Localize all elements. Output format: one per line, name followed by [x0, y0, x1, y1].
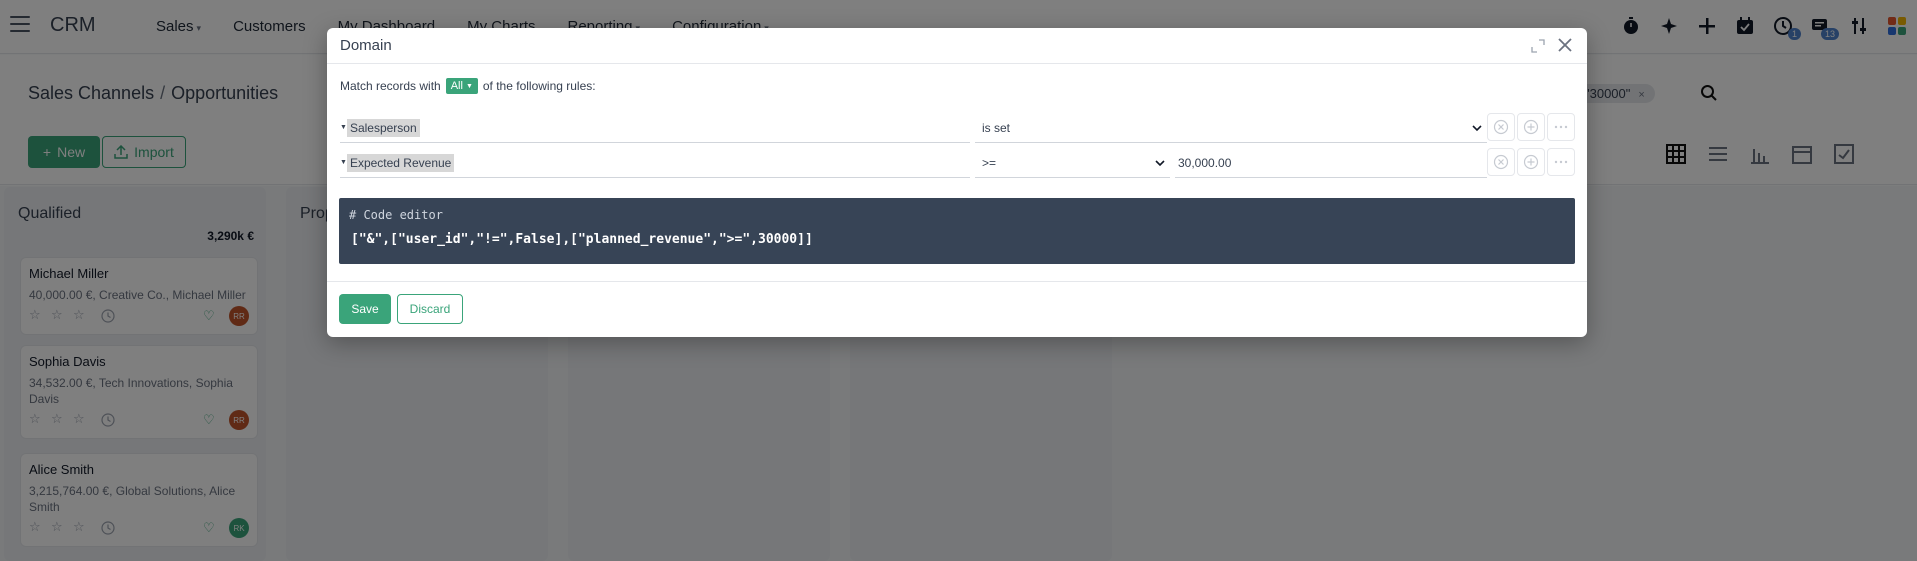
caret-down-icon: ▼	[340, 159, 347, 166]
domain-dialog: Domain Match records with All ▼ of the fo…	[327, 28, 1587, 337]
match-connector-value: All	[450, 80, 463, 92]
field-path-selector[interactable]: ▼ Expected Revenue	[340, 148, 970, 178]
operator-select[interactable]: >=	[975, 148, 1170, 178]
add-circle-icon	[1523, 119, 1539, 135]
caret-down-icon: ▼	[465, 82, 473, 90]
operator-select[interactable]: is set	[975, 113, 1487, 143]
rule-options-button[interactable]	[1547, 113, 1575, 141]
caret-down-icon: ▼	[340, 124, 347, 131]
ellipsis-icon	[1554, 160, 1568, 164]
match-condition: Match records with All ▼ of the following…	[340, 78, 596, 94]
ellipsis-icon	[1554, 125, 1568, 129]
delete-rule-button[interactable]	[1487, 148, 1515, 176]
operator-value: >=	[982, 155, 997, 170]
field-path-value: Expected Revenue	[346, 153, 455, 172]
field-path-value: Salesperson	[346, 118, 420, 137]
add-rule-button[interactable]	[1517, 113, 1545, 141]
dialog-title: Domain	[340, 37, 392, 54]
rule-value-input[interactable]: 30,000.00	[1175, 148, 1487, 178]
dialog-footer: Save Discard	[327, 281, 1587, 337]
expand-icon[interactable]	[1531, 39, 1545, 53]
add-rule-button[interactable]	[1517, 148, 1545, 176]
match-prefix: Match records with	[340, 79, 441, 93]
operator-value: is set	[982, 120, 1011, 135]
remove-circle-icon	[1493, 119, 1509, 135]
rule-options-button[interactable]	[1547, 148, 1575, 176]
field-path-selector[interactable]: ▼ Salesperson	[340, 113, 970, 143]
close-icon[interactable]	[1555, 35, 1575, 55]
code-editor[interactable]: # Code editor ["&",["user_id","!=",False…	[339, 198, 1575, 264]
delete-rule-button[interactable]	[1487, 113, 1515, 141]
code-editor-comment: # Code editor	[349, 208, 443, 222]
chevron-down-icon	[1155, 159, 1165, 166]
dialog-header: Domain	[327, 28, 1587, 64]
chevron-down-icon	[1472, 124, 1482, 131]
match-suffix: of the following rules:	[482, 79, 596, 93]
remove-circle-icon	[1493, 154, 1509, 170]
domain-code[interactable]: ["&",["user_id","!=",False],["planned_re…	[351, 232, 813, 247]
save-button[interactable]: Save	[339, 294, 391, 324]
discard-button[interactable]: Discard	[397, 294, 463, 324]
add-circle-icon	[1523, 154, 1539, 170]
match-connector-select[interactable]: All ▼	[445, 78, 478, 94]
